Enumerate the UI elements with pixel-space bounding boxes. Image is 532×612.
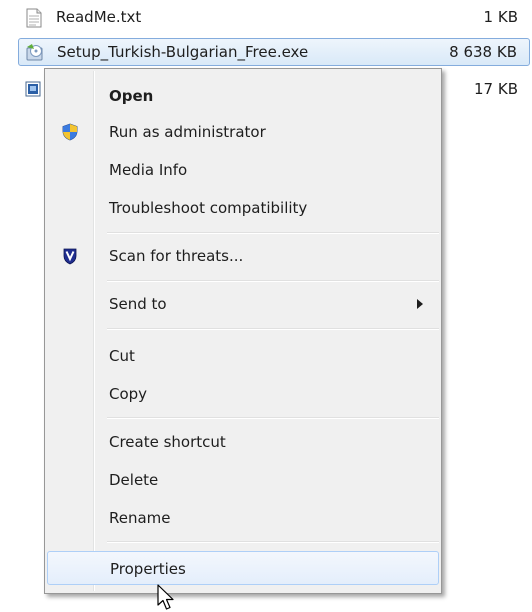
menu-item-label: Rename <box>109 509 171 527</box>
menu-item-label: Properties <box>110 560 186 578</box>
menu-item-delete[interactable]: Delete <box>47 463 439 497</box>
application-file-icon <box>25 81 41 97</box>
menu-separator <box>107 417 439 419</box>
menu-item-send-to[interactable]: Send to <box>47 287 439 321</box>
menu-separator <box>107 541 439 543</box>
menu-item-open[interactable]: Open <box>47 79 439 113</box>
menu-item-label: Media Info <box>109 161 188 179</box>
menu-item-label: Open <box>109 87 154 105</box>
menu-separator <box>107 232 439 234</box>
file-size: 17 KB <box>474 80 518 98</box>
file-name: Setup_Turkish-Bulgarian_Free.exe <box>57 43 309 61</box>
mouse-pointer-icon <box>157 584 174 610</box>
file-row-setup-exe[interactable]: Setup_Turkish-Bulgarian_Free.exe 8 638 K… <box>18 38 530 66</box>
uac-shield-icon <box>62 123 78 141</box>
menu-item-label: Cut <box>109 347 135 365</box>
menu-separator <box>107 328 439 330</box>
file-size: 8 638 KB <box>449 43 517 61</box>
text-file-icon <box>26 8 42 28</box>
antivirus-shield-icon <box>63 248 77 265</box>
menu-item-label: Create shortcut <box>109 433 226 451</box>
file-name: ReadMe.txt <box>56 8 142 26</box>
file-row-readme[interactable]: ReadMe.txt 1 KB <box>18 4 530 32</box>
menu-item-cut[interactable]: Cut <box>47 339 439 373</box>
menu-item-label: Send to <box>109 295 167 313</box>
menu-item-label: Scan for threats... <box>109 247 244 265</box>
menu-item-label: Troubleshoot compatibility <box>109 199 308 217</box>
menu-item-properties[interactable]: Properties <box>47 551 439 585</box>
menu-separator <box>107 280 439 282</box>
file-size: 1 KB <box>483 8 518 26</box>
context-menu: Open Run as administrator Media Info Tro… <box>44 68 442 594</box>
menu-item-label: Copy <box>109 385 148 403</box>
menu-item-copy[interactable]: Copy <box>47 377 439 411</box>
menu-item-scan-for-threats[interactable]: Scan for threats... <box>47 239 439 273</box>
menu-item-label: Delete <box>109 471 159 489</box>
menu-item-label: Run as administrator <box>109 123 266 141</box>
setup-exe-icon <box>26 44 43 61</box>
submenu-arrow-icon <box>417 299 423 309</box>
menu-item-troubleshoot-compatibility[interactable]: Troubleshoot compatibility <box>47 191 439 225</box>
menu-item-run-as-administrator[interactable]: Run as administrator <box>47 115 439 149</box>
menu-item-media-info[interactable]: Media Info <box>47 153 439 187</box>
menu-item-rename[interactable]: Rename <box>47 501 439 535</box>
menu-item-create-shortcut[interactable]: Create shortcut <box>47 425 439 459</box>
